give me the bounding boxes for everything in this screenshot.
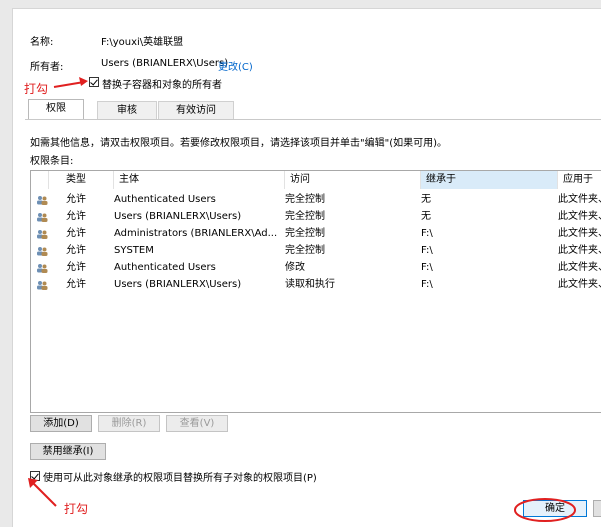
annotation-top: 打勾 (24, 82, 49, 96)
row-type: 允许 (66, 211, 86, 222)
table-row[interactable]: 允许 Users (BRIANLERX\Users) 读取和执行 F:\ 此文件… (31, 277, 601, 293)
table-row[interactable]: 允许 Administrators (BRIANLERX\Ad... 完全控制 … (31, 226, 601, 242)
annotation-arrow-up-icon (28, 478, 57, 507)
row-principal: Users (BRIANLERX\Users) (114, 279, 242, 290)
row-access: 修改 (285, 262, 305, 273)
add-button[interactable]: 添加(D) (30, 415, 92, 432)
table-row[interactable]: 允许 Users (BRIANLERX\Users) 完全控制 无 此文件夹、子 (31, 209, 601, 225)
row-applies-to: 此文件夹、子 (558, 228, 601, 239)
row-principal: Authenticated Users (114, 262, 216, 273)
tab-auditing[interactable]: 审核 (97, 101, 157, 120)
replace-child-permissions-label[interactable]: 使用可从此对象继承的权限项目替换所有子对象的权限项目(P) (43, 469, 317, 484)
annotation-bottom: 打勾 (64, 502, 89, 516)
change-owner-link[interactable]: 更改(C) (218, 58, 253, 73)
row-access: 完全控制 (285, 194, 325, 205)
row-access: 读取和执行 (285, 279, 335, 290)
row-type: 允许 (66, 279, 86, 290)
replace-owner-label[interactable]: 替换子容器和对象的所有者 (102, 76, 222, 91)
row-type: 允许 (66, 228, 86, 239)
row-applies-to: 此文件夹、子 (558, 211, 601, 222)
owner-label: 所有者: (30, 62, 64, 73)
row-principal: Authenticated Users (114, 194, 216, 205)
column-header-principal[interactable]: 主体 (114, 171, 285, 189)
row-access: 完全控制 (285, 211, 325, 222)
table-row[interactable]: 允许 SYSTEM 完全控制 F:\ 此文件夹、子 (31, 243, 601, 259)
annotation-arrow-right-icon (53, 77, 88, 88)
users-icon (37, 247, 48, 256)
row-inherited-from: F:\ (421, 245, 433, 256)
row-inherited-from: F:\ (421, 262, 433, 273)
remove-button[interactable]: 删除(R) (98, 415, 160, 432)
row-applies-to: 此文件夹、子 (558, 279, 601, 290)
info-text: 如需其他信息，请双击权限项目。若要修改权限项目，请选择该项目并单击"编辑"(如果… (30, 138, 448, 149)
row-inherited-from: 无 (421, 194, 431, 205)
row-access: 完全控制 (285, 228, 325, 239)
permission-entries-label: 权限条目: (30, 156, 74, 167)
row-applies-to: 此文件夹、子 (558, 194, 601, 205)
row-inherited-from: 无 (421, 211, 431, 222)
row-applies-to: 此文件夹、子 (558, 262, 601, 273)
tab-divider (25, 119, 601, 120)
tab-effective-access[interactable]: 有效访问 (158, 101, 234, 120)
column-header-type[interactable]: 类型 (49, 171, 114, 189)
row-inherited-from: F:\ (421, 279, 433, 290)
column-header-applies-to[interactable]: 应用于 (558, 171, 601, 189)
users-icon (37, 196, 48, 205)
view-button[interactable]: 查看(V) (166, 415, 228, 432)
users-icon (37, 230, 48, 239)
tab-permissions-label: 权限 (46, 103, 66, 114)
tab-effective-access-label: 有效访问 (176, 105, 216, 116)
row-access: 完全控制 (285, 245, 325, 256)
row-type: 允许 (66, 245, 86, 256)
disable-inheritance-button[interactable]: 禁用继承(I) (30, 443, 106, 460)
users-icon (37, 281, 48, 290)
row-principal: Users (BRIANLERX\Users) (114, 211, 242, 222)
users-icon (37, 264, 48, 273)
advanced-security-dialog: 名称: F:\youxi\英雄联盟 所有者: Users (BRIANLERX\… (12, 8, 601, 527)
row-principal: SYSTEM (114, 245, 154, 256)
annotation-circle-icon (514, 498, 576, 522)
permission-entries-list[interactable]: 类型 主体 访问 继承于 应用于 允许 Authenticated Users … (30, 170, 601, 413)
name-label: 名称: (30, 37, 54, 48)
table-row[interactable]: 允许 Authenticated Users 完全控制 无 此文件夹、子 (31, 192, 601, 208)
users-icon (37, 213, 48, 222)
table-row[interactable]: 允许 Authenticated Users 修改 F:\ 此文件夹、子 (31, 260, 601, 276)
owner-value: Users (BRIANLERX\Users) (101, 58, 229, 69)
row-inherited-from: F:\ (421, 228, 433, 239)
row-principal: Administrators (BRIANLERX\Ad... (114, 228, 278, 239)
cancel-button-partial[interactable] (593, 500, 601, 517)
column-header-icon (31, 171, 49, 189)
column-header-access[interactable]: 访问 (285, 171, 421, 189)
tab-permissions[interactable]: 权限 (28, 99, 84, 120)
column-header-inherited-from[interactable]: 继承于 (421, 171, 558, 189)
row-type: 允许 (66, 194, 86, 205)
row-applies-to: 此文件夹、子 (558, 245, 601, 256)
row-type: 允许 (66, 262, 86, 273)
tab-auditing-label: 审核 (117, 105, 137, 116)
name-value: F:\youxi\英雄联盟 (101, 37, 184, 48)
